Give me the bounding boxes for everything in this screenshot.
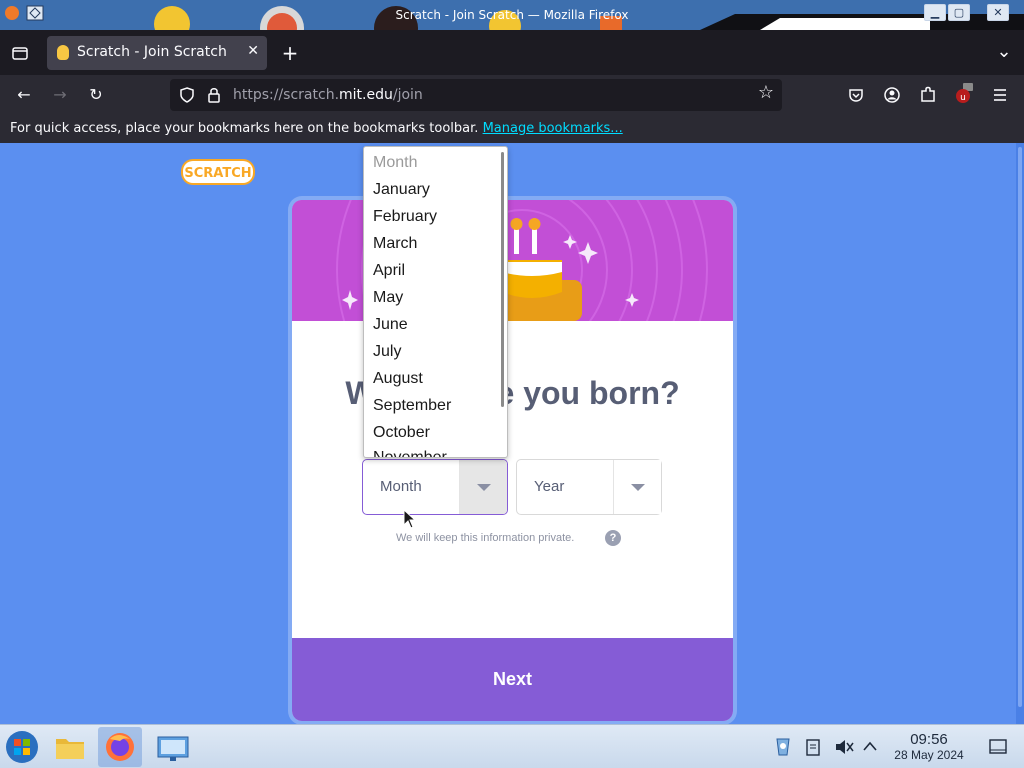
minimize-button[interactable]: ▁ <box>924 4 946 21</box>
maximize-button[interactable]: ▢ <box>948 4 970 21</box>
svg-text:u: u <box>960 93 966 103</box>
titlebar-app-icons <box>5 5 44 21</box>
month-option[interactable]: July <box>373 343 401 361</box>
join-card: When were you born? Month Year We will k… <box>292 200 733 721</box>
year-select-value: Year <box>534 478 565 495</box>
month-option[interactable]: October <box>373 424 430 442</box>
privacy-note: We will keep this information private. <box>396 532 575 544</box>
reload-button[interactable]: ↻ <box>81 80 111 110</box>
account-icon[interactable] <box>884 87 900 103</box>
month-option[interactable]: May <box>373 289 403 307</box>
monitor-icon <box>157 736 189 761</box>
tab-label: Scratch - Join Scratch <box>77 44 227 60</box>
ublock-extension-icon[interactable]: u <box>955 83 975 105</box>
lock-icon[interactable] <box>207 87 221 103</box>
extensions-puzzle-icon[interactable] <box>920 86 936 104</box>
month-option[interactable]: November <box>373 449 447 457</box>
volume-muted-icon[interactable] <box>834 738 854 756</box>
bookmark-star-icon[interactable]: ☆ <box>758 82 774 103</box>
taskbar-file-manager[interactable] <box>48 727 92 767</box>
manage-bookmarks-link[interactable]: Manage bookmarks... <box>483 121 623 136</box>
svg-text:SCRATCH: SCRATCH <box>184 166 251 181</box>
tab-strip: Scratch - Join Scratch ✕ + ⌄ <box>0 30 1024 75</box>
taskbar-clock[interactable]: 09:56 28 May 2024 <box>888 731 970 762</box>
url-path: /join <box>392 87 423 103</box>
month-option[interactable]: August <box>373 370 423 388</box>
os-taskbar: 09:56 28 May 2024 <box>0 724 1024 768</box>
list-all-tabs-icon[interactable] <box>5 38 35 68</box>
navigation-toolbar: ← → ↻ https://scratch.mit.edu/join ☆ u <box>0 75 1024 115</box>
url-text[interactable]: https://scratch.mit.edu/join <box>233 87 423 103</box>
birthday-cake-illustration <box>292 200 733 321</box>
birthday-banner <box>292 200 733 321</box>
clipboard-tray-icon[interactable] <box>805 738 821 756</box>
page-scrollbar[interactable] <box>1016 143 1024 724</box>
start-menu-icon[interactable] <box>5 730 39 764</box>
url-prefix: https://scratch. <box>233 87 340 103</box>
url-domain: mit.edu <box>339 87 393 103</box>
page-heading: When were you born? <box>345 375 680 411</box>
dropdown-scrollbar[interactable] <box>501 152 504 407</box>
show-desktop-icon[interactable] <box>989 738 1007 756</box>
month-dropdown-list[interactable]: Month January February March April May J… <box>363 146 508 458</box>
clock-date: 28 May 2024 <box>894 748 964 762</box>
next-button[interactable]: Next <box>292 638 733 721</box>
help-icon[interactable]: ? <box>605 530 621 546</box>
month-option-placeholder[interactable]: Month <box>373 154 417 172</box>
taskbar-firefox[interactable] <box>98 727 142 767</box>
tab-overflow-icon[interactable]: ⌄ <box>989 37 1019 67</box>
scratch-logo[interactable]: SCRATCH <box>180 158 256 186</box>
mouse-cursor-icon <box>403 509 417 529</box>
month-option[interactable]: April <box>373 262 405 280</box>
folder-icon <box>56 739 84 759</box>
month-option[interactable]: March <box>373 235 417 253</box>
close-tab-icon[interactable]: ✕ <box>247 43 259 59</box>
birth-year-select[interactable]: Year <box>516 459 662 515</box>
address-bar[interactable]: https://scratch.mit.edu/join ☆ <box>170 79 782 111</box>
chevron-down-icon[interactable] <box>613 460 661 514</box>
clock-time: 09:56 <box>910 731 948 748</box>
new-tab-button[interactable]: + <box>275 38 305 68</box>
window-title: Scratch - Join Scratch — Mozilla Firefox <box>395 8 629 22</box>
page-content: SCRATCH When were you born? Month Year W… <box>0 143 1024 724</box>
month-option[interactable]: September <box>373 397 451 415</box>
birth-month-select[interactable]: Month <box>362 459 508 515</box>
bookmarks-toolbar: For quick access, place your bookmarks h… <box>0 115 1024 143</box>
month-select-value: Month <box>380 478 422 495</box>
chevron-down-icon[interactable] <box>459 460 507 514</box>
bookmarks-message: For quick access, place your bookmarks h… <box>10 121 479 136</box>
close-window-button[interactable]: ✕ <box>987 4 1009 21</box>
bookmarks-hint: For quick access, place your bookmarks h… <box>10 121 623 136</box>
window-titlebar: Scratch - Join Scratch — Mozilla Firefox… <box>0 0 1024 30</box>
network-tray-icon[interactable] <box>774 737 792 757</box>
menu-hamburger-icon[interactable] <box>992 87 1008 103</box>
tab-scratch-join[interactable]: Scratch - Join Scratch ✕ <box>47 36 267 70</box>
back-button[interactable]: ← <box>9 80 39 110</box>
show-hidden-icons-chevron-icon[interactable] <box>862 740 878 752</box>
forward-button[interactable]: → <box>45 80 75 110</box>
shield-icon[interactable] <box>179 87 195 103</box>
month-option[interactable]: June <box>373 316 408 334</box>
scrollbar-thumb[interactable] <box>1018 147 1022 707</box>
month-option[interactable]: January <box>373 181 430 199</box>
month-option[interactable]: February <box>373 208 437 226</box>
scratch-favicon-icon <box>57 45 69 60</box>
pocket-icon[interactable] <box>848 87 864 103</box>
taskbar-remote-desktop[interactable] <box>152 727 196 767</box>
firefox-icon <box>106 733 134 761</box>
